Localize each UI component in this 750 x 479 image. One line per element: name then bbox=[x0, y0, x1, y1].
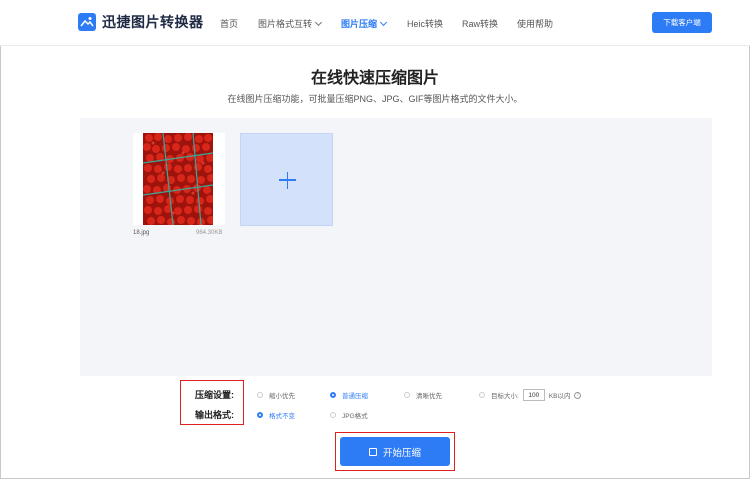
add-file-button[interactable] bbox=[240, 133, 333, 226]
target-size-unit: KB以内 bbox=[548, 393, 571, 400]
file-thumbnail-card[interactable] bbox=[133, 133, 225, 225]
nav-item-format-convert[interactable]: 图片格式互转 bbox=[258, 17, 323, 30]
radio-button bbox=[257, 392, 263, 398]
option-clarity-first[interactable]: 清晰优先 bbox=[404, 390, 442, 400]
file-name: 18.jpg bbox=[133, 230, 150, 236]
page-subtitle: 在线图片压缩功能，可批量压缩PNG、JPG、GIF等图片格式的文件大小。 bbox=[227, 94, 523, 104]
image-converter-logo-icon bbox=[78, 13, 96, 31]
download-client-button[interactable]: 下载客户端 bbox=[652, 12, 712, 33]
nav-item-label: 图片压缩 bbox=[341, 19, 378, 29]
tomato-photo-icon bbox=[143, 133, 213, 225]
compress-settings-label: 压缩设置: bbox=[195, 390, 234, 400]
option-normal-compress[interactable]: 普通压缩 bbox=[330, 390, 368, 400]
option-label: 普通压缩 bbox=[342, 393, 368, 400]
chevron-down-icon bbox=[314, 18, 323, 27]
radio-button-selected bbox=[330, 392, 336, 398]
page-title: 在线快速压缩图片 bbox=[310, 70, 439, 87]
nav-item-label: Raw转换 bbox=[462, 19, 499, 29]
start-compress-button[interactable]: 开始压缩 bbox=[340, 437, 450, 466]
option-target-size[interactable]: 目标大小: 100 KB以内 ! bbox=[479, 389, 582, 401]
option-keep-format[interactable]: 格式不变 bbox=[257, 410, 295, 420]
option-label: 清晰优先 bbox=[416, 393, 442, 400]
radio-button-selected bbox=[257, 412, 263, 418]
app-name: 迅捷图片转换器 bbox=[102, 14, 204, 30]
start-compress-label: 开始压缩 bbox=[382, 447, 421, 459]
chevron-down-icon bbox=[379, 18, 388, 27]
option-label: 格式不变 bbox=[269, 413, 295, 420]
nav-item-raw[interactable]: Raw转换 bbox=[462, 17, 498, 30]
nav-item-label: 图片格式互转 bbox=[258, 19, 313, 29]
radio-button bbox=[479, 392, 485, 398]
option-label: 目标大小: bbox=[491, 393, 519, 400]
nav-item-compress[interactable]: 图片压缩 bbox=[341, 17, 388, 30]
option-smallest-first[interactable]: 缩小优先 bbox=[257, 390, 295, 400]
logo[interactable]: 迅捷图片转换器 bbox=[78, 12, 204, 32]
compress-icon bbox=[368, 447, 377, 456]
option-label: 缩小优先 bbox=[269, 393, 295, 400]
option-label: JPG格式 bbox=[342, 413, 368, 420]
radio-button bbox=[404, 392, 410, 398]
top-nav: 迅捷图片转换器 首页 图片格式互转 图片压缩 Heic转换 Raw转换 使用帮助… bbox=[0, 0, 750, 46]
file-thumbnail-image bbox=[143, 133, 213, 225]
nav-item-label: 首页 bbox=[220, 19, 239, 29]
nav-item-help[interactable]: 使用帮助 bbox=[517, 17, 553, 30]
target-size-input[interactable]: 100 bbox=[522, 389, 545, 401]
nav-item-heic[interactable]: Heic转换 bbox=[407, 17, 443, 30]
info-icon[interactable]: ! bbox=[574, 391, 582, 399]
radio-button bbox=[330, 412, 336, 418]
file-size: 964.30KB bbox=[196, 230, 223, 236]
nav-item-home[interactable]: 首页 bbox=[220, 17, 238, 30]
nav-item-label: 使用帮助 bbox=[517, 19, 554, 29]
plus-icon-vertical bbox=[286, 172, 288, 189]
nav-item-label: Heic转换 bbox=[407, 19, 444, 29]
option-jpg-format[interactable]: JPG格式 bbox=[330, 410, 368, 420]
output-format-label: 输出格式: bbox=[195, 410, 234, 420]
